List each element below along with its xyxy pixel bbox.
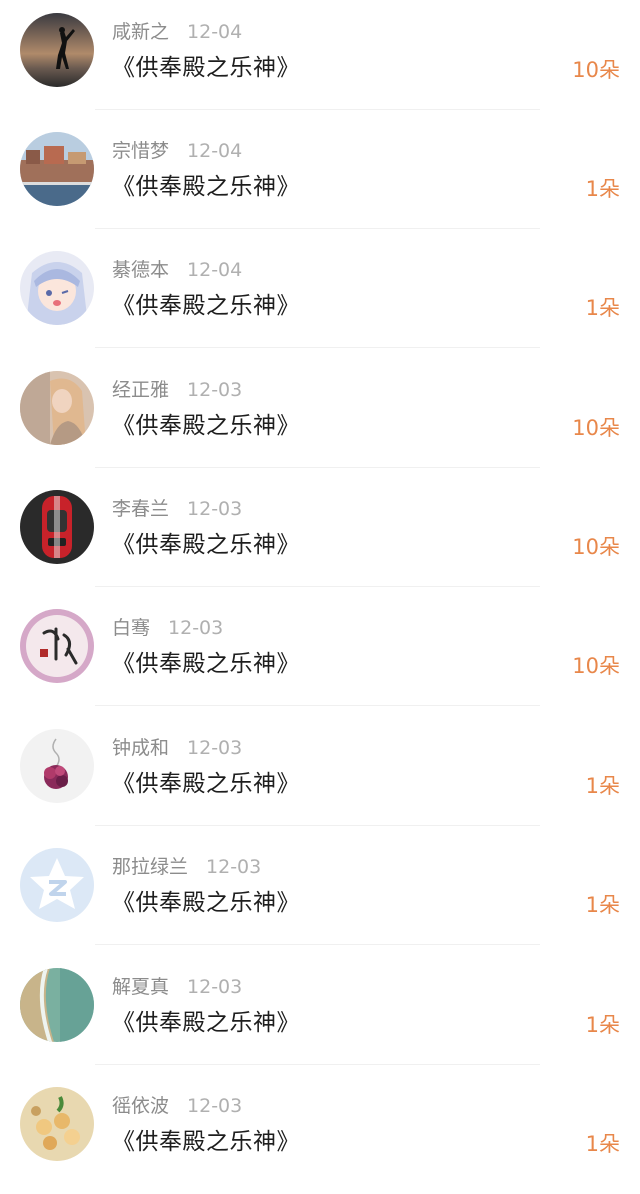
beach-shore-avatar-icon[interactable]	[20, 968, 94, 1042]
user-name[interactable]: 咸新之	[112, 21, 169, 43]
divider	[95, 228, 540, 229]
gift-count: 1朵	[585, 893, 620, 917]
list-item[interactable]: 钟成和 12-03 《供奉殿之乐神》 1朵	[0, 716, 640, 836]
item-meta: 钟成和 12-03	[112, 734, 242, 762]
user-name[interactable]: 那拉绿兰	[112, 856, 188, 878]
gift-date: 12-03	[187, 1095, 243, 1117]
list-item[interactable]: 綦德本 12-04 《供奉殿之乐神》 1朵	[0, 238, 640, 358]
anime-girl-avatar-icon[interactable]	[20, 251, 94, 325]
item-meta: 那拉绿兰 12-03	[112, 853, 261, 881]
gift-count: 1朵	[585, 774, 620, 798]
gift-date: 12-03	[187, 379, 243, 401]
work-title[interactable]: 《供奉殿之乐神》	[112, 887, 300, 919]
gift-date: 12-03	[187, 498, 243, 520]
work-title[interactable]: 《供奉殿之乐神》	[112, 52, 300, 84]
item-meta: 李春兰 12-03	[112, 495, 242, 523]
work-title[interactable]: 《供奉殿之乐神》	[112, 648, 300, 680]
list-item[interactable]: 解夏真 12-03 《供奉殿之乐神》 1朵	[0, 955, 640, 1075]
divider	[95, 944, 540, 945]
divider	[95, 347, 540, 348]
item-meta: 徭依波 12-03	[112, 1092, 242, 1120]
gift-count: 1朵	[585, 1132, 620, 1156]
divider	[95, 825, 540, 826]
food-dish-avatar-icon[interactable]	[20, 1087, 94, 1161]
silhouette-sunset-avatar-icon[interactable]	[20, 13, 94, 87]
user-name[interactable]: 钟成和	[112, 737, 169, 759]
gift-date: 12-03	[168, 617, 224, 639]
gift-count: 10朵	[572, 654, 620, 678]
list-item[interactable]: 经正雅 12-03 《供奉殿之乐神》 10朵	[0, 358, 640, 478]
gift-count: 1朵	[585, 177, 620, 201]
gift-count: 10朵	[572, 416, 620, 440]
divider	[95, 586, 540, 587]
work-title[interactable]: 《供奉殿之乐神》	[112, 171, 300, 203]
gift-date: 12-04	[187, 140, 243, 162]
user-name[interactable]: 綦德本	[112, 259, 169, 281]
work-title[interactable]: 《供奉殿之乐神》	[112, 1126, 300, 1158]
list-item[interactable]: 徭依波 12-03 《供奉殿之乐神》 1朵	[0, 1074, 640, 1194]
gift-date: 12-03	[206, 856, 262, 878]
user-name[interactable]: 徭依波	[112, 1095, 169, 1117]
red-car-avatar-icon[interactable]	[20, 490, 94, 564]
work-title[interactable]: 《供奉殿之乐神》	[112, 529, 300, 561]
gift-date: 12-04	[187, 259, 243, 281]
user-name[interactable]: 宗惜梦	[112, 140, 169, 162]
item-meta: 白骞 12-03	[112, 614, 223, 642]
user-name[interactable]: 李春兰	[112, 498, 169, 520]
gift-count: 10朵	[572, 58, 620, 82]
work-title[interactable]: 《供奉殿之乐神》	[112, 768, 300, 800]
divider	[95, 109, 540, 110]
gift-count: 1朵	[585, 296, 620, 320]
item-meta: 宗惜梦 12-04	[112, 137, 242, 165]
purple-flower-avatar-icon[interactable]	[20, 729, 94, 803]
divider	[95, 1064, 540, 1065]
divider	[95, 467, 540, 468]
gift-date: 12-03	[187, 976, 243, 998]
city-harbor-avatar-icon[interactable]	[20, 132, 94, 206]
item-meta: 经正雅 12-03	[112, 376, 242, 404]
work-title[interactable]: 《供奉殿之乐神》	[112, 410, 300, 442]
gift-count: 10朵	[572, 535, 620, 559]
gift-date: 12-03	[187, 737, 243, 759]
blonde-woman-avatar-icon[interactable]	[20, 371, 94, 445]
default-qzone-star-avatar-icon[interactable]	[20, 848, 94, 922]
user-name[interactable]: 经正雅	[112, 379, 169, 401]
gift-record-list: 咸新之 12-04 《供奉殿之乐神》 10朵 宗惜梦 12-04 《供奉殿之乐神》 …	[0, 0, 640, 1179]
list-item[interactable]: 白骞 12-03 《供奉殿之乐神》 10朵	[0, 596, 640, 716]
list-item[interactable]: 咸新之 12-04 《供奉殿之乐神》 10朵	[0, 0, 640, 120]
item-meta: 綦德本 12-04	[112, 256, 242, 284]
list-item[interactable]: 李春兰 12-03 《供奉殿之乐神》 10朵	[0, 477, 640, 597]
user-name[interactable]: 白骞	[112, 617, 150, 639]
gift-date: 12-04	[187, 21, 243, 43]
list-item[interactable]: 宗惜梦 12-04 《供奉殿之乐神》 1朵	[0, 119, 640, 239]
work-title[interactable]: 《供奉殿之乐神》	[112, 1007, 300, 1039]
user-name[interactable]: 解夏真	[112, 976, 169, 998]
gift-count: 1朵	[585, 1013, 620, 1037]
work-title[interactable]: 《供奉殿之乐神》	[112, 290, 300, 322]
divider	[95, 705, 540, 706]
list-item[interactable]: 那拉绿兰 12-03 《供奉殿之乐神》 1朵	[0, 835, 640, 955]
mid-autumn-calligraphy-avatar-icon[interactable]	[20, 609, 94, 683]
item-meta: 咸新之 12-04	[112, 18, 242, 46]
item-meta: 解夏真 12-03	[112, 973, 242, 1001]
